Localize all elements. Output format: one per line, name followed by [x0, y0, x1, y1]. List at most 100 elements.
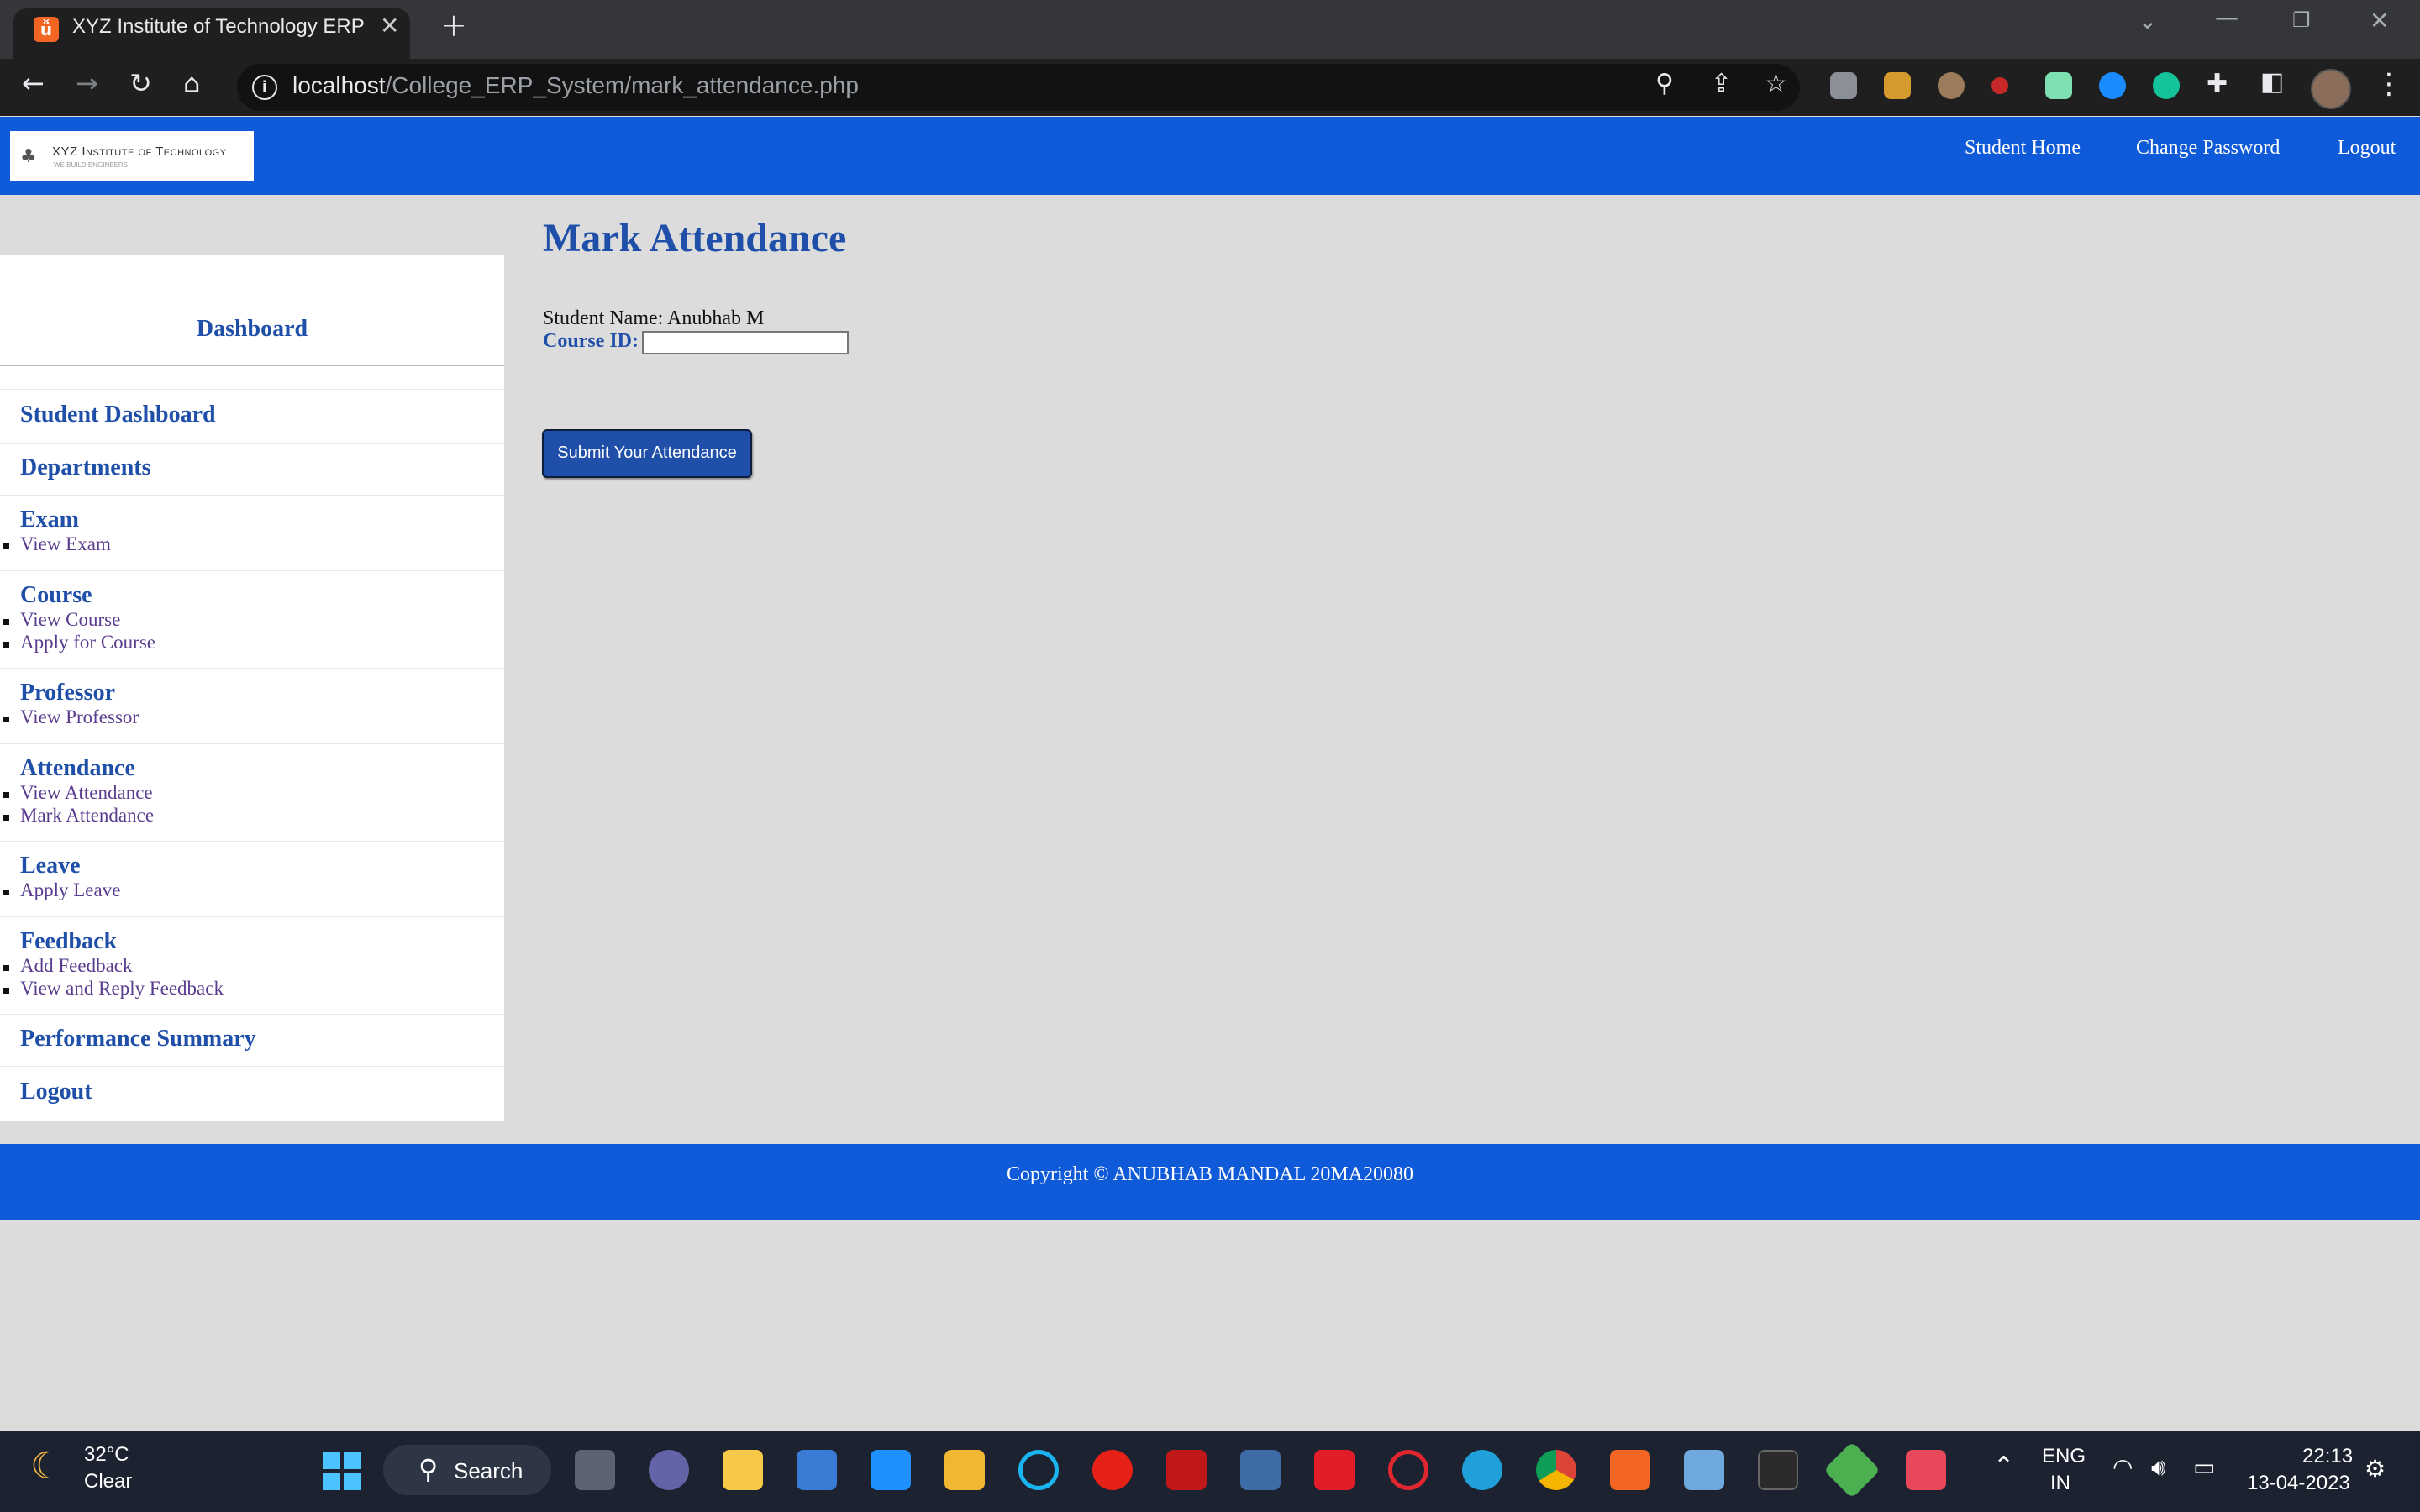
youtube-music-icon[interactable]: [1092, 1450, 1133, 1490]
footer-copyright: Copyright © ANUBHAB MANDAL 20MA20080: [1006, 1163, 1414, 1185]
app-l-icon[interactable]: [871, 1450, 911, 1490]
url-text[interactable]: localhost/College_ERP_System/mark_attend…: [292, 72, 859, 99]
rstudio-icon[interactable]: [1240, 1450, 1281, 1490]
file-explorer-icon[interactable]: [723, 1450, 763, 1490]
sidebar-link-view-professor[interactable]: View Professor: [20, 706, 139, 728]
bullet: [3, 543, 9, 549]
bullet: [3, 988, 9, 994]
sidebar-item-leave[interactable]: Leave: [20, 853, 81, 879]
weather-desc[interactable]: Clear: [84, 1470, 132, 1494]
zoom-icon[interactable]: ⚲: [1655, 69, 1674, 98]
teams-chat-icon[interactable]: [649, 1450, 689, 1490]
sidebar-divider: [0, 570, 504, 571]
shield-app-icon[interactable]: [1314, 1450, 1355, 1490]
sidebar-link-view-course[interactable]: View Course: [20, 609, 120, 631]
resource-monitor-icon[interactable]: [1684, 1450, 1724, 1490]
cortana-icon[interactable]: [1018, 1450, 1059, 1490]
sidebar-link-apply-course[interactable]: Apply for Course: [20, 632, 155, 654]
weather-temp[interactable]: 32°C: [84, 1443, 129, 1467]
new-tab-icon[interactable]: +: [440, 7, 467, 44]
nav-logout[interactable]: Logout: [2338, 137, 2396, 160]
moon-weather-icon[interactable]: ☾: [30, 1445, 63, 1488]
wifi-icon[interactable]: ◠: [2112, 1453, 2133, 1481]
sidebar-item-course[interactable]: Course: [20, 582, 92, 609]
notification-icon[interactable]: ⚙: [2365, 1455, 2386, 1483]
share-icon[interactable]: ⇪: [1711, 69, 1732, 98]
taskbar-search-label: Search: [454, 1458, 523, 1483]
tab-close-icon[interactable]: ✕: [380, 12, 399, 39]
ms-store-icon[interactable]: [797, 1450, 837, 1490]
xampp-favicon-icon: ǚ: [34, 17, 59, 42]
clock-date[interactable]: 13-04-2023: [2247, 1472, 2350, 1495]
task-view-icon[interactable]: [575, 1450, 615, 1490]
extension-icon[interactable]: [1884, 72, 1911, 99]
tab-search-icon[interactable]: ⌄: [2138, 7, 2157, 34]
terminal-icon[interactable]: [1758, 1450, 1798, 1490]
nav-student-home[interactable]: Student Home: [1965, 137, 2081, 160]
tab-title: XYZ Institute of Technology ERP: [72, 15, 365, 38]
shazam-extension-icon[interactable]: [2099, 72, 2126, 99]
course-id-label: Course ID:: [543, 330, 639, 352]
sidebar-divider: [0, 365, 504, 366]
logo-subtitle: WE BUILD ENGINEERS: [54, 161, 129, 169]
puzzle-extensions-icon[interactable]: ✚: [2207, 69, 2228, 98]
extension-icon[interactable]: [1830, 72, 1857, 99]
sidebar-divider: [0, 1066, 504, 1067]
sidebar-item-student-dashboard[interactable]: Student Dashboard: [20, 402, 216, 428]
grammarly-extension-icon[interactable]: [2153, 72, 2180, 99]
battery-icon[interactable]: ▭: [2193, 1453, 2215, 1481]
bookmark-star-icon[interactable]: ☆: [1765, 69, 1787, 98]
reload-icon[interactable]: ↻: [129, 67, 152, 99]
bullet: [3, 642, 9, 648]
nav-change-password[interactable]: Change Password: [2136, 137, 2280, 160]
home-icon[interactable]: ⌂: [183, 67, 200, 99]
opera-icon[interactable]: [1388, 1450, 1428, 1490]
extension-icon[interactable]: [1991, 77, 2008, 94]
minimize-icon[interactable]: —: [2215, 3, 2238, 31]
course-id-input[interactable]: [642, 331, 849, 354]
extension-icon[interactable]: [1938, 72, 1965, 99]
search-icon: ⚲: [418, 1453, 439, 1485]
sidebar-link-apply-leave[interactable]: Apply Leave: [20, 879, 120, 901]
sidebar-item-professor[interactable]: Professor: [20, 680, 115, 706]
sidebar-item-departments[interactable]: Departments: [20, 454, 151, 481]
edge-icon[interactable]: [1462, 1450, 1502, 1490]
sidebar-divider: [0, 841, 504, 842]
sidebar-item-feedback[interactable]: Feedback: [20, 928, 117, 955]
sidebar-item-performance-summary[interactable]: Performance Summary: [20, 1026, 256, 1053]
sidebar-item-logout[interactable]: Logout: [20, 1079, 92, 1105]
clock-time[interactable]: 22:13: [2302, 1445, 2353, 1468]
site-info-icon[interactable]: i: [252, 75, 277, 100]
restore-icon[interactable]: ❐: [2292, 8, 2311, 32]
sidebar-item-attendance[interactable]: Attendance: [20, 755, 135, 782]
sidebar-link-view-exam[interactable]: View Exam: [20, 533, 111, 555]
xampp-icon[interactable]: [1610, 1450, 1650, 1490]
sidebar-link-view-attendance[interactable]: View Attendance: [20, 782, 153, 804]
snipping-tool-icon[interactable]: [1906, 1450, 1946, 1490]
menu-kebab-icon[interactable]: ⋮: [2375, 67, 2403, 101]
sidebar-link-mark-attendance[interactable]: Mark Attendance: [20, 805, 154, 827]
chrome-icon[interactable]: [1536, 1450, 1576, 1490]
sidebar-item-exam[interactable]: Exam: [20, 507, 79, 533]
close-window-icon[interactable]: ✕: [2370, 7, 2389, 34]
profile-avatar[interactable]: [2311, 69, 2351, 109]
back-icon[interactable]: ←: [22, 67, 45, 99]
forward-icon[interactable]: →: [76, 67, 98, 99]
sidebar-divider: [0, 1014, 504, 1015]
side-panel-icon[interactable]: ◧: [2260, 67, 2284, 97]
sidebar-divider: [0, 743, 504, 744]
sidebar-link-view-reply-feedback[interactable]: View and Reply Feedback: [20, 978, 224, 1000]
logo-text: XYZ Institute of Technology: [52, 144, 227, 159]
sidebar-divider: [0, 916, 504, 917]
show-hidden-icons[interactable]: ⌃: [1993, 1452, 2014, 1481]
sidebar-link-add-feedback[interactable]: Add Feedback: [20, 955, 133, 977]
bullet: [3, 717, 9, 722]
submit-attendance-button[interactable]: Submit Your Attendance: [542, 429, 752, 478]
language-region[interactable]: IN: [2050, 1472, 2070, 1495]
language-indicator[interactable]: ENG: [2042, 1445, 2086, 1468]
volume-icon[interactable]: 🔊︎: [2151, 1453, 2166, 1482]
onedrive-folder-icon[interactable]: [944, 1450, 985, 1490]
mcafee-icon[interactable]: [1166, 1450, 1207, 1490]
windows-start-icon[interactable]: [323, 1452, 361, 1490]
extension-icon[interactable]: [2045, 72, 2072, 99]
